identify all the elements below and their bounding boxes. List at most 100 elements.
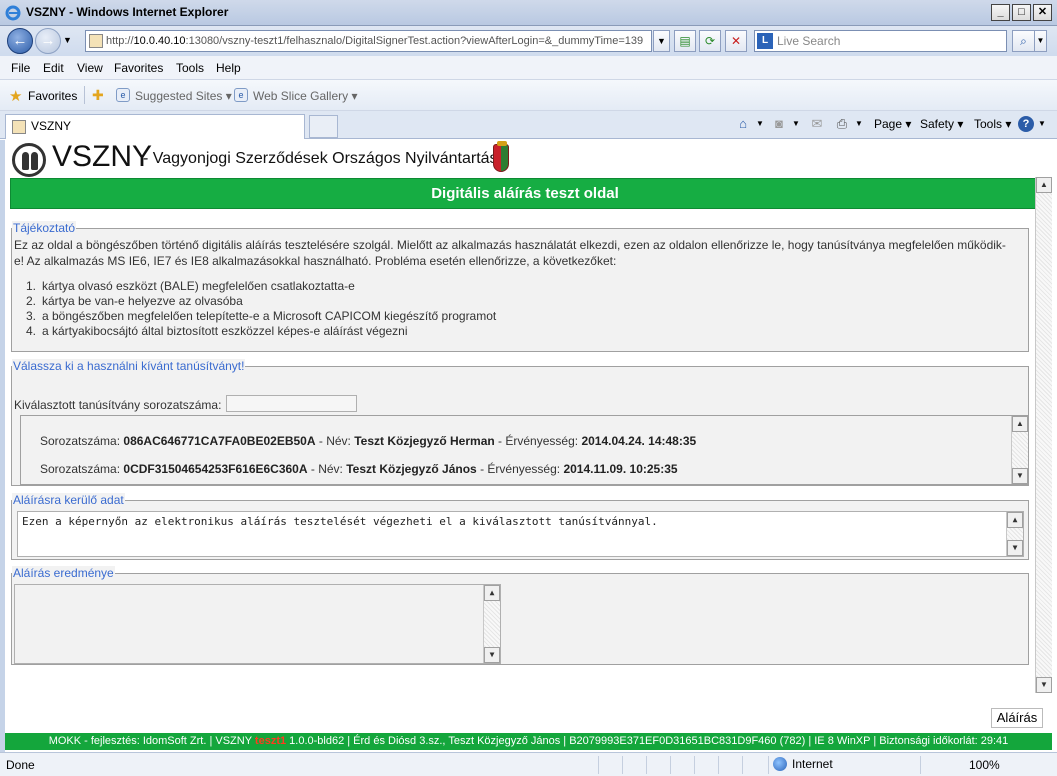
status-cell: [598, 756, 620, 774]
minimize-button[interactable]: _: [991, 4, 1010, 21]
suggested-sites-link[interactable]: Suggested Sites ▾: [135, 89, 232, 103]
footer-environment: teszt1: [254, 735, 287, 747]
list-item: 2. kártya be van-e helyezve az olvasóba: [25, 294, 243, 308]
add-to-favorites-icon[interactable]: ✚: [92, 87, 104, 104]
cert-list-scrollbar[interactable]: ▲ ▼: [1011, 416, 1028, 484]
page-scrollbar[interactable]: ▲ ▼: [1035, 177, 1052, 693]
result-scrollbar[interactable]: ▲ ▼: [483, 585, 500, 663]
footer-bar: MOKK - fejlesztés: IdomSoft Zrt. | VSZNY…: [5, 733, 1052, 750]
home-icon[interactable]: ⌂: [735, 116, 751, 132]
menu-tools[interactable]: Tools: [176, 61, 204, 75]
url-prefix: http://: [106, 35, 134, 47]
search-options-icon[interactable]: ▼: [1035, 30, 1047, 52]
url-dropdown-icon[interactable]: ▼: [653, 30, 670, 52]
result-section: Aláírás eredménye ▲ ▼: [11, 566, 1029, 665]
menu-bar: File Edit View Favorites Tools Help: [0, 56, 1057, 80]
refresh-icon[interactable]: ⟳: [699, 30, 721, 52]
feeds-icon[interactable]: ◙: [771, 116, 787, 132]
history-dropdown-icon[interactable]: ▼: [63, 35, 72, 45]
info-paragraph-line2: e! Az alkalmazás MS IE6, IE7 és IE8 alka…: [14, 254, 617, 268]
site-tagline: - Vagyonjogi Szerződések Országos Nyilvá…: [143, 150, 507, 167]
print-dropdown-icon[interactable]: ▼: [851, 116, 867, 132]
search-input[interactable]: L Live Search: [754, 30, 1007, 52]
checklist: 1. kártya olvasó eszközt (BALE) megfelelő…: [18, 279, 496, 339]
page-menu[interactable]: Page ▾: [874, 117, 911, 131]
tab-title: VSZNY: [31, 119, 72, 133]
safety-menu[interactable]: Safety ▾: [920, 117, 963, 131]
coat-of-arms-icon: [493, 141, 509, 172]
protected-mode-cell[interactable]: [920, 756, 960, 774]
site-header: VSZNY - Vagyonjogi Szerződések Országos …: [10, 140, 1057, 178]
cert-list-item[interactable]: Sorozatszáma: 0CDF31504654253F616E6C360A…: [40, 462, 678, 476]
data-text: Ezen a képernyőn az elektronikus aláírás…: [22, 515, 658, 528]
status-bar: Done Internet 100%: [0, 752, 1057, 776]
new-tab-button[interactable]: [309, 115, 338, 138]
info-legend: Tájékoztató: [12, 221, 77, 235]
selected-serial-field[interactable]: [226, 395, 357, 412]
footer-text: MOKK - fejlesztés: IdomSoft Zrt. | VSZNY: [48, 735, 255, 747]
forward-button[interactable]: →: [35, 28, 61, 54]
scroll-up-icon[interactable]: ▲: [1036, 177, 1052, 193]
scroll-down-icon[interactable]: ▼: [1012, 468, 1028, 484]
zone-cell: [768, 756, 918, 774]
ie-logo-icon: [5, 5, 21, 21]
zone-text: Internet: [792, 757, 833, 771]
list-item: 3. a böngészőben megfelelően telepítette-…: [25, 309, 497, 323]
close-button[interactable]: ✕: [1033, 4, 1052, 21]
compatibility-view-icon[interactable]: ▤: [674, 30, 696, 52]
data-legend: Aláírásra kerülő adat: [12, 493, 125, 507]
footer-text-rest: 1.0.0-bld62 | Érd és Diósd 3.sz., Teszt …: [286, 735, 1009, 747]
toolbar-separator: [84, 86, 85, 104]
status-cell: [742, 756, 764, 774]
scroll-up-icon[interactable]: ▲: [484, 585, 500, 601]
cert-list-item[interactable]: Sorozatszáma: 086AC646771CA7FA0BE02EB50A…: [40, 434, 696, 448]
page-title: Digitális aláírás teszt oldal: [10, 178, 1040, 209]
print-icon[interactable]: ⎙: [834, 116, 850, 132]
list-item: 4. a kártyakibocsájtó által biztosított e…: [25, 324, 408, 338]
live-search-icon: L: [757, 33, 773, 49]
scroll-up-icon[interactable]: ▲: [1012, 416, 1028, 432]
tab-vszny[interactable]: VSZNY: [5, 114, 305, 139]
home-dropdown-icon[interactable]: ▼: [752, 116, 768, 132]
mail-icon[interactable]: ✉: [809, 116, 825, 132]
window-title: VSZNY - Windows Internet Explorer: [26, 5, 229, 19]
scroll-down-icon[interactable]: ▼: [1036, 677, 1052, 693]
page-content: VSZNY - Vagyonjogi Szerződések Országos …: [0, 140, 1057, 752]
web-slice-gallery-link[interactable]: Web Slice Gallery ▾: [253, 89, 358, 103]
scroll-down-icon[interactable]: ▼: [484, 647, 500, 663]
search-button[interactable]: ⌕: [1012, 30, 1035, 52]
status-cell: [670, 756, 692, 774]
data-scrollbar[interactable]: ▲ ▼: [1006, 512, 1023, 556]
cert-legend: Válassza ki a használni kívánt tanúsítvá…: [12, 359, 246, 373]
stop-icon[interactable]: ✕: [725, 30, 747, 52]
url-host: 10.0.40.10: [133, 35, 186, 47]
status-cell: [646, 756, 668, 774]
scroll-up-icon[interactable]: ▲: [1007, 512, 1023, 528]
url-field[interactable]: http://10.0.40.10:13080/vszny-teszt1/fel…: [85, 30, 652, 52]
help-icon[interactable]: ?: [1018, 116, 1034, 132]
favorites-bar: ★ Favorites ✚ e Suggested Sites ▾ e Web …: [0, 80, 1057, 111]
back-button[interactable]: ←: [7, 28, 33, 54]
scroll-down-icon[interactable]: ▼: [1007, 540, 1023, 556]
result-textarea[interactable]: ▲ ▼: [14, 584, 501, 664]
menu-favorites[interactable]: Favorites: [114, 61, 163, 75]
data-section: Aláírásra kerülő adat Ezen a képernyőn a…: [11, 493, 1029, 560]
menu-view[interactable]: View: [77, 61, 103, 75]
favorites-button[interactable]: Favorites: [28, 89, 77, 103]
vszny-logo-icon: [12, 143, 46, 177]
sign-button[interactable]: Aláírás: [991, 708, 1043, 728]
serial-label: Kiválasztott tanúsítvány sorozatszáma:: [14, 398, 222, 412]
zoom-level[interactable]: 100%: [969, 758, 1000, 772]
feeds-dropdown-icon[interactable]: ▼: [788, 116, 804, 132]
help-dropdown-icon[interactable]: ▼: [1034, 116, 1050, 132]
menu-help[interactable]: Help: [216, 61, 241, 75]
data-textarea[interactable]: Ezen a képernyőn az elektronikus aláírás…: [17, 511, 1024, 557]
cert-list[interactable]: Sorozatszáma: 086AC646771CA7FA0BE02EB50A…: [20, 415, 1028, 485]
tools-menu[interactable]: Tools ▾: [974, 117, 1011, 131]
web-slice-gallery-icon: e: [234, 88, 248, 102]
maximize-button[interactable]: □: [1012, 4, 1031, 21]
internet-zone-icon: [773, 757, 787, 771]
page-favicon-icon: [89, 34, 103, 48]
menu-edit[interactable]: Edit: [43, 61, 64, 75]
menu-file[interactable]: File: [11, 61, 30, 75]
